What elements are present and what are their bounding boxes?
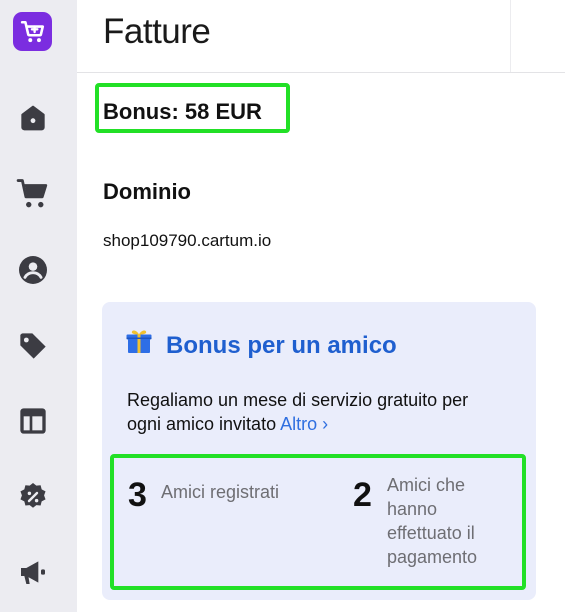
home-icon [21, 105, 45, 131]
discount-badge-icon [20, 483, 46, 508]
tag-icon [20, 333, 46, 359]
cart-icon [16, 179, 48, 208]
bonus-balance: Bonus: 58 EUR [103, 99, 262, 124]
page-title: Fatture [103, 12, 211, 51]
sidebar-item-design[interactable] [13, 401, 53, 441]
sidebar-item-promotions[interactable] [13, 477, 53, 517]
header-divider [510, 0, 511, 72]
sidebar-item-home[interactable] [13, 98, 53, 138]
layout-icon [20, 408, 46, 434]
referral-card-description: Regaliamo un mese di servizio gratuito p… [127, 388, 507, 436]
sidebar-item-products[interactable] [13, 326, 53, 366]
sidebar-item-customers[interactable] [13, 250, 53, 290]
registered-friends-count: 3 [128, 476, 147, 514]
domain-heading: Dominio [103, 179, 191, 204]
referral-card-title: Bonus per un amico [166, 332, 397, 359]
domain-value: shop109790.cartum.io [103, 231, 272, 250]
registered-friends-label: Amici registrati [161, 482, 280, 502]
header-bar: Fatture [77, 0, 565, 73]
sidebar-item-orders[interactable] [13, 174, 53, 214]
paying-friends-label: Amici che hanno effettuato il pagamento [387, 475, 478, 567]
megaphone-icon [21, 561, 45, 584]
user-icon [19, 256, 47, 284]
gift-icon [126, 330, 152, 353]
more-link[interactable]: Altro › [280, 414, 328, 434]
sidebar [0, 0, 77, 612]
paying-friends-count: 2 [353, 476, 372, 514]
cart-logo-icon[interactable] [13, 12, 52, 51]
sidebar-item-marketing[interactable] [13, 552, 53, 592]
